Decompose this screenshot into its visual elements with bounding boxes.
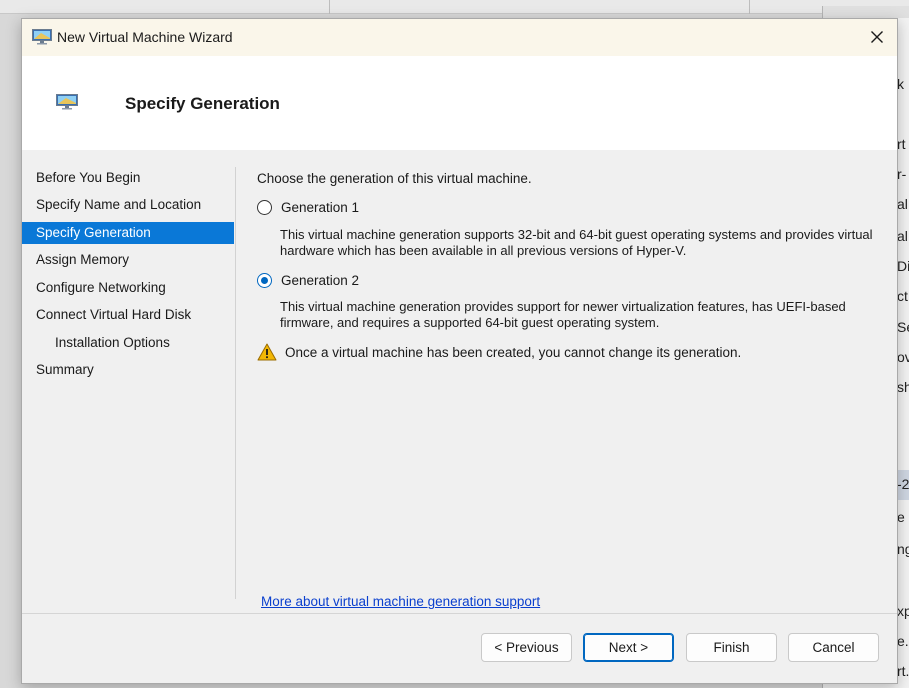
generation-1-label: Generation 1 xyxy=(281,200,360,215)
page-title: Specify Generation xyxy=(125,94,280,113)
warning-message: Once a virtual machine has been created,… xyxy=(257,343,741,361)
wizard-header: Specify Generation xyxy=(22,56,897,150)
finish-button[interactable]: Finish xyxy=(686,633,777,662)
generation-1-description: This virtual machine generation supports… xyxy=(280,227,873,258)
close-icon xyxy=(871,31,883,43)
background-text-fragment: ct xyxy=(897,288,908,304)
background-text-fragment: rt xyxy=(897,136,906,152)
warning-text: Once a virtual machine has been created,… xyxy=(285,344,742,360)
background-window-top xyxy=(0,0,909,14)
nav-item-configure-networking[interactable]: Configure Networking xyxy=(22,277,234,299)
intro-text: Choose the generation of this virtual ma… xyxy=(257,171,532,186)
generation-2-option[interactable]: Generation 2 xyxy=(257,273,359,288)
background-toolbar-segment xyxy=(330,0,750,14)
nav-divider xyxy=(235,167,236,599)
background-text-fragment: al xyxy=(897,196,908,212)
cancel-button[interactable]: Cancel xyxy=(788,633,879,662)
next-button[interactable]: Next > xyxy=(583,633,674,662)
nav-item-assign-memory[interactable]: Assign Memory xyxy=(22,249,234,271)
background-text-fragment: al xyxy=(897,228,908,244)
close-button[interactable] xyxy=(860,23,894,51)
background-text-fragment: e xyxy=(897,509,905,525)
nav-item-specify-name-location[interactable]: Specify Name and Location xyxy=(22,194,234,216)
footer-divider xyxy=(22,613,897,614)
nav-item-summary[interactable]: Summary xyxy=(22,359,234,381)
wizard-dialog: New Virtual Machine Wizard Specify Gener… xyxy=(21,18,898,684)
background-text-fragment: -2 xyxy=(897,476,909,492)
generation-2-label: Generation 2 xyxy=(281,273,360,288)
nav-item-installation-options[interactable]: Installation Options xyxy=(22,332,234,354)
background-text-fragment: k xyxy=(897,76,904,92)
nav-item-specify-generation[interactable]: Specify Generation xyxy=(22,222,234,244)
generation-2-description: This virtual machine generation provides… xyxy=(280,299,846,330)
background-text-fragment: rt. xyxy=(897,663,909,679)
background-text-fragment: Di xyxy=(897,258,909,274)
background-text-fragment: sh xyxy=(897,379,909,395)
background-text-fragment: xp xyxy=(897,603,909,619)
background-header-strip xyxy=(823,6,909,18)
generation-1-option[interactable]: Generation 1 xyxy=(257,200,359,215)
title-bar: New Virtual Machine Wizard xyxy=(22,19,897,56)
background-text-fragment: r- xyxy=(897,166,907,182)
generation-2-radio[interactable] xyxy=(257,273,272,288)
warning-icon xyxy=(257,343,277,361)
monitor-icon xyxy=(32,29,52,45)
monitor-icon xyxy=(56,94,78,110)
background-toolbar-segment xyxy=(0,0,330,14)
background-text-fragment: e. xyxy=(897,633,909,649)
more-info-link[interactable]: More about virtual machine generation su… xyxy=(261,594,540,609)
generation-1-radio[interactable] xyxy=(257,200,272,215)
previous-button[interactable]: < Previous xyxy=(481,633,572,662)
nav-item-before-you-begin[interactable]: Before You Begin xyxy=(22,167,234,189)
background-text-fragment: ng xyxy=(897,541,909,557)
background-text-fragment: ov xyxy=(897,349,909,365)
background-text-fragment: Se xyxy=(897,319,909,335)
window-title: New Virtual Machine Wizard xyxy=(57,29,233,45)
nav-item-connect-virtual-hard-disk[interactable]: Connect Virtual Hard Disk xyxy=(22,304,234,326)
